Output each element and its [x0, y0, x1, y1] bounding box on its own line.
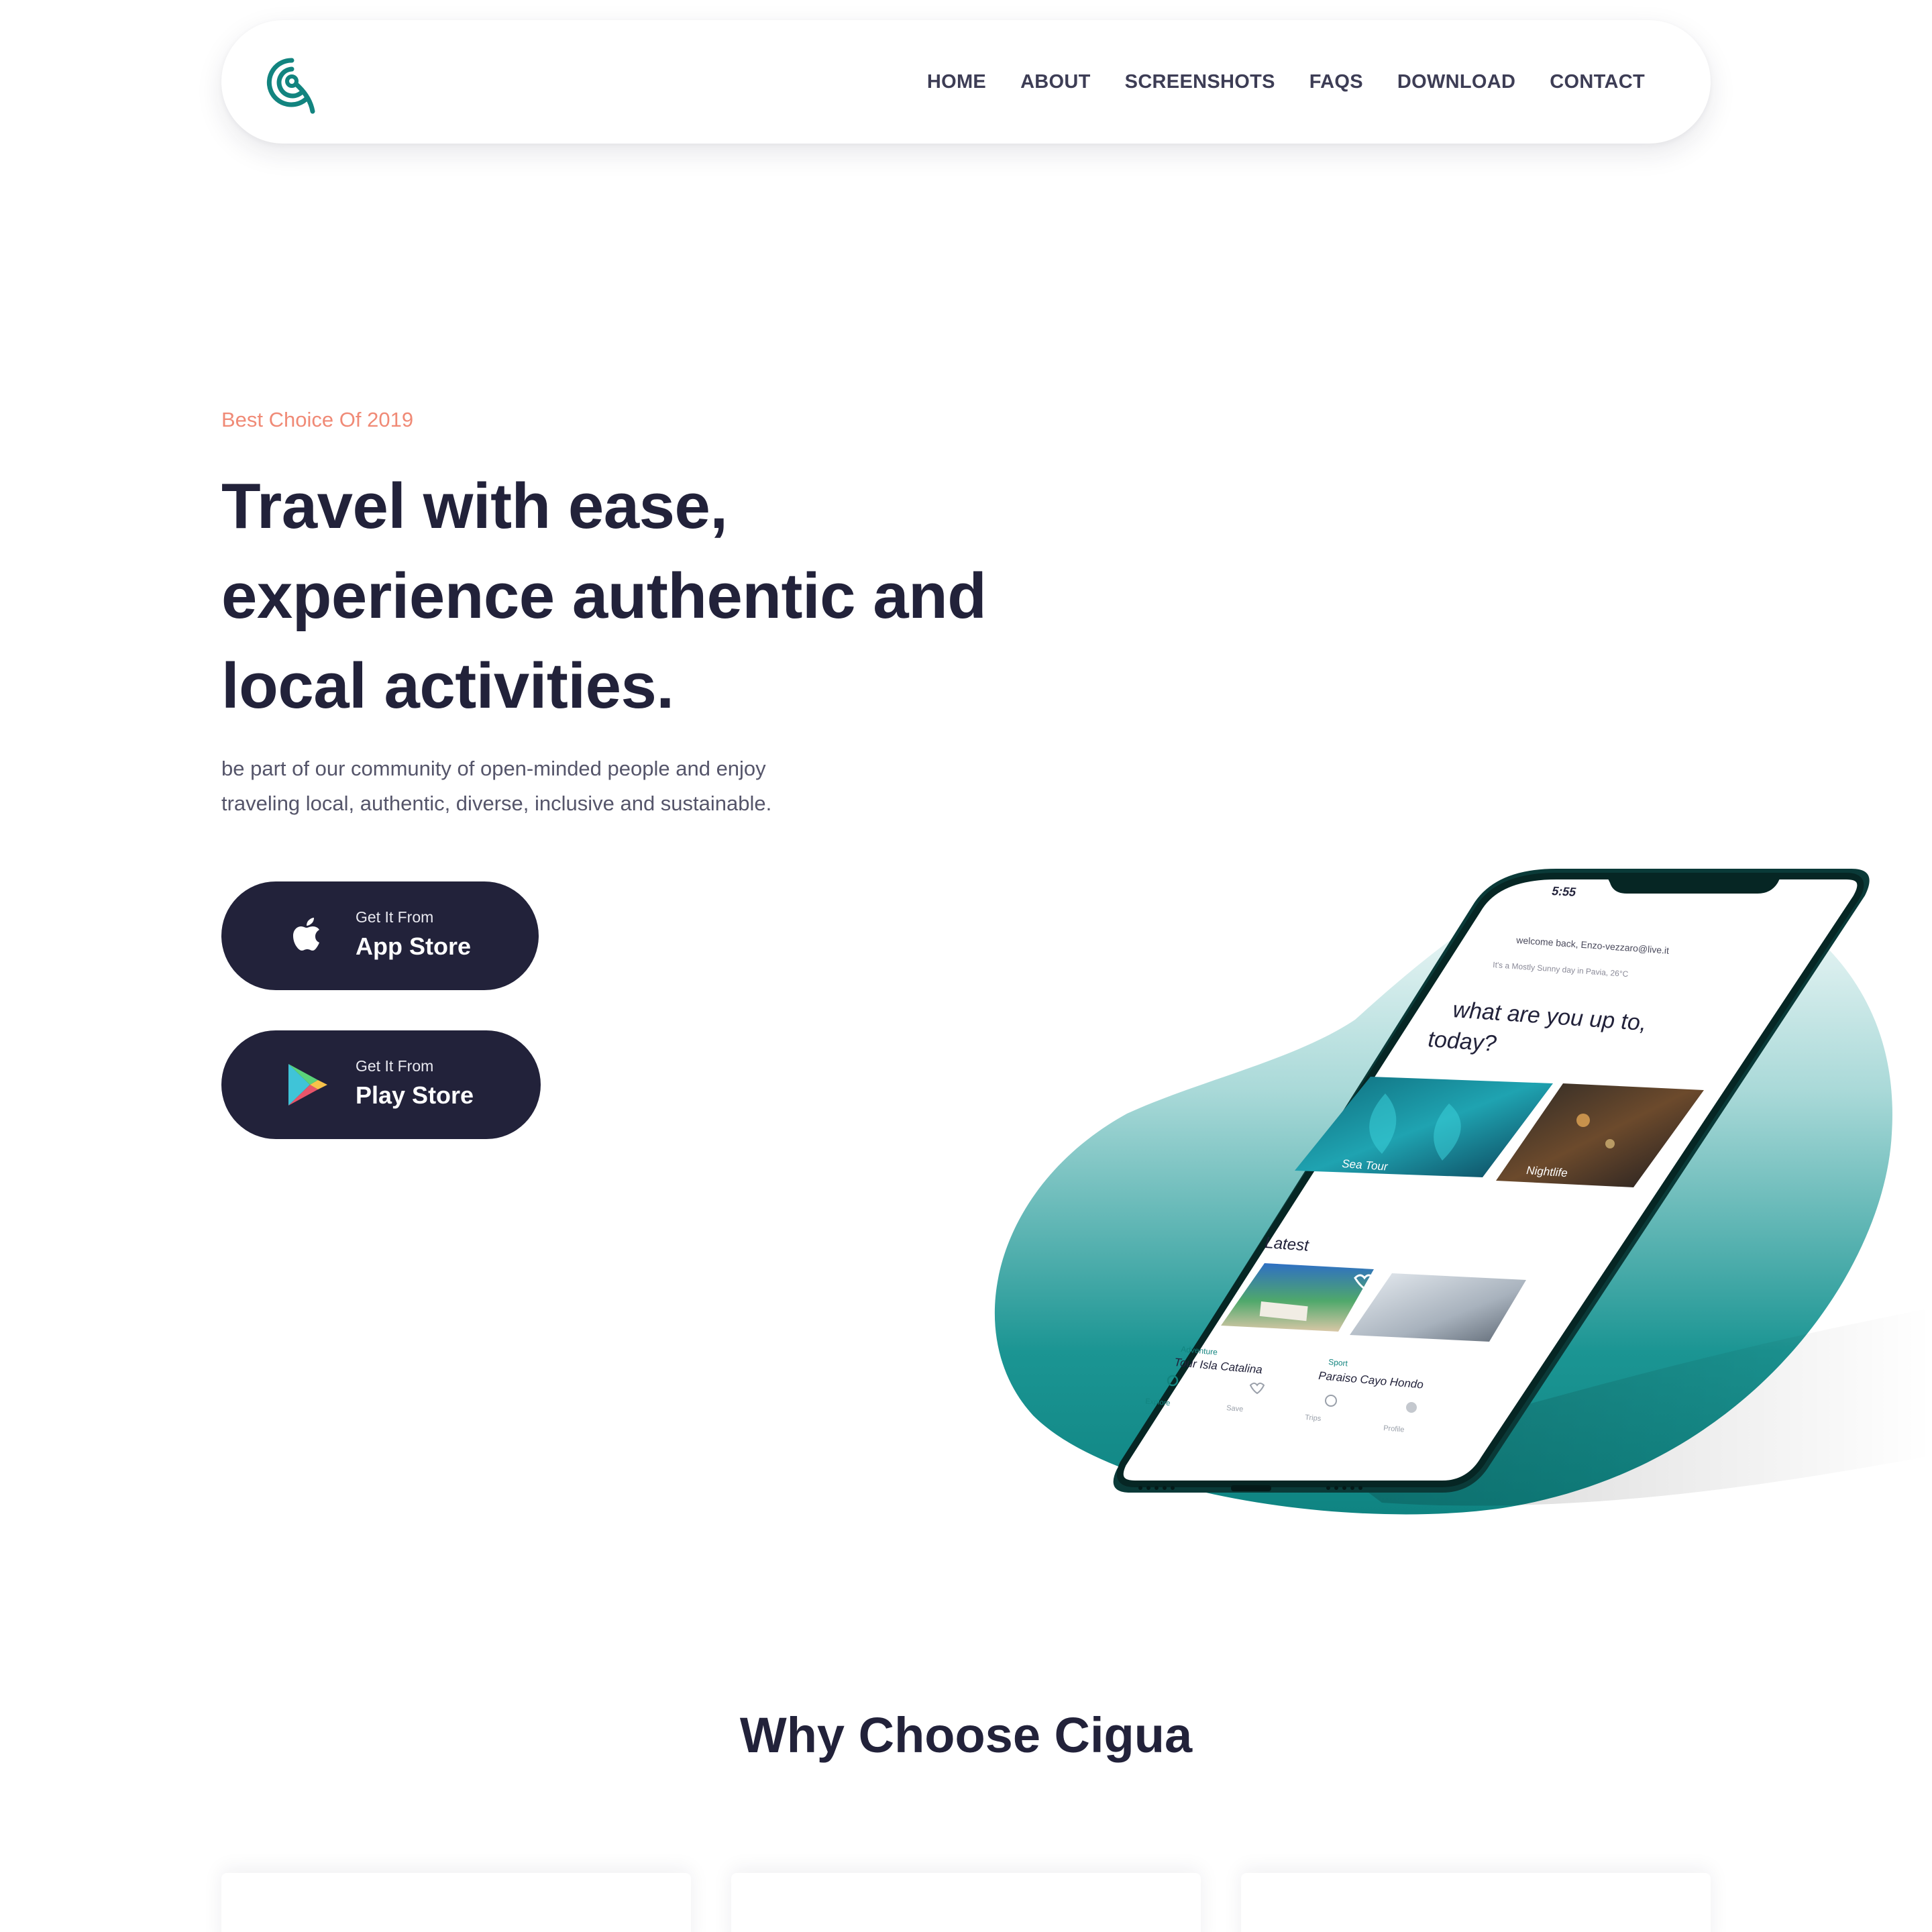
phone-time: 5:55	[1550, 884, 1578, 899]
hero-headline: Travel with ease, experience authentic a…	[221, 462, 1093, 731]
profile-tab-icon[interactable]	[1406, 1402, 1417, 1413]
apple-icon	[286, 914, 330, 958]
light-dot	[1576, 1114, 1590, 1127]
app-store-small-label: Get It From	[356, 908, 434, 926]
phone-question-line: today?	[1427, 1026, 1497, 1057]
tab-label: Save	[1226, 1404, 1244, 1413]
navbar: HOME ABOUT SCREENSHOTS FAQS DOWNLOAD CON…	[221, 20, 1711, 144]
nav-contact-link[interactable]: CONTACT	[1550, 71, 1645, 93]
nav-home-link[interactable]: HOME	[927, 71, 986, 93]
main-nav: HOME ABOUT SCREENSHOTS FAQS DOWNLOAD CON…	[927, 20, 1645, 144]
hero-eyebrow: Best Choice Of 2019	[221, 408, 414, 431]
hero-lead-line: traveling local, authentic, diverse, inc…	[221, 792, 772, 815]
hero-lead: be part of our community of open-minded …	[221, 751, 906, 821]
play-store-small-label: Get It From	[356, 1057, 434, 1075]
tab-label: Trips	[1305, 1413, 1322, 1423]
phone-latest-title: Latest	[1265, 1234, 1310, 1255]
phone-port	[1231, 1485, 1271, 1491]
nav-download-link[interactable]: DOWNLOAD	[1397, 71, 1515, 93]
hero-headline-line: experience authentic and	[221, 560, 987, 632]
phone-notch	[1607, 876, 1781, 894]
feature-card	[221, 1873, 691, 1932]
nav-screenshots-link[interactable]: SCREENSHOTS	[1125, 71, 1275, 93]
hero-headline-line: local activities.	[221, 650, 674, 722]
feature-card	[1241, 1873, 1711, 1932]
nav-faqs-link[interactable]: FAQS	[1309, 71, 1363, 93]
cigua-logo-icon[interactable]	[266, 56, 318, 114]
hero-headline-line: Travel with ease,	[221, 470, 728, 542]
light-dot	[1605, 1139, 1615, 1148]
hero-phone-illustration: 5:55 welcome back, Enzo-vezzaro@live.it …	[994, 863, 1932, 1515]
play-store-label: Play Store	[356, 1081, 474, 1109]
app-store-button[interactable]: Get It From App Store	[221, 881, 539, 990]
hero-lead-line: be part of our community of open-minded …	[221, 757, 766, 780]
latest-card-tag: Sport	[1328, 1357, 1348, 1368]
section-title: Why Choose Cigua	[739, 1707, 1193, 1763]
nav-about-link[interactable]: ABOUT	[1020, 71, 1091, 93]
play-store-button[interactable]: Get It From Play Store	[221, 1030, 541, 1139]
feature-card	[731, 1873, 1201, 1932]
app-store-label: App Store	[356, 932, 472, 960]
play-store-icon	[286, 1063, 330, 1107]
